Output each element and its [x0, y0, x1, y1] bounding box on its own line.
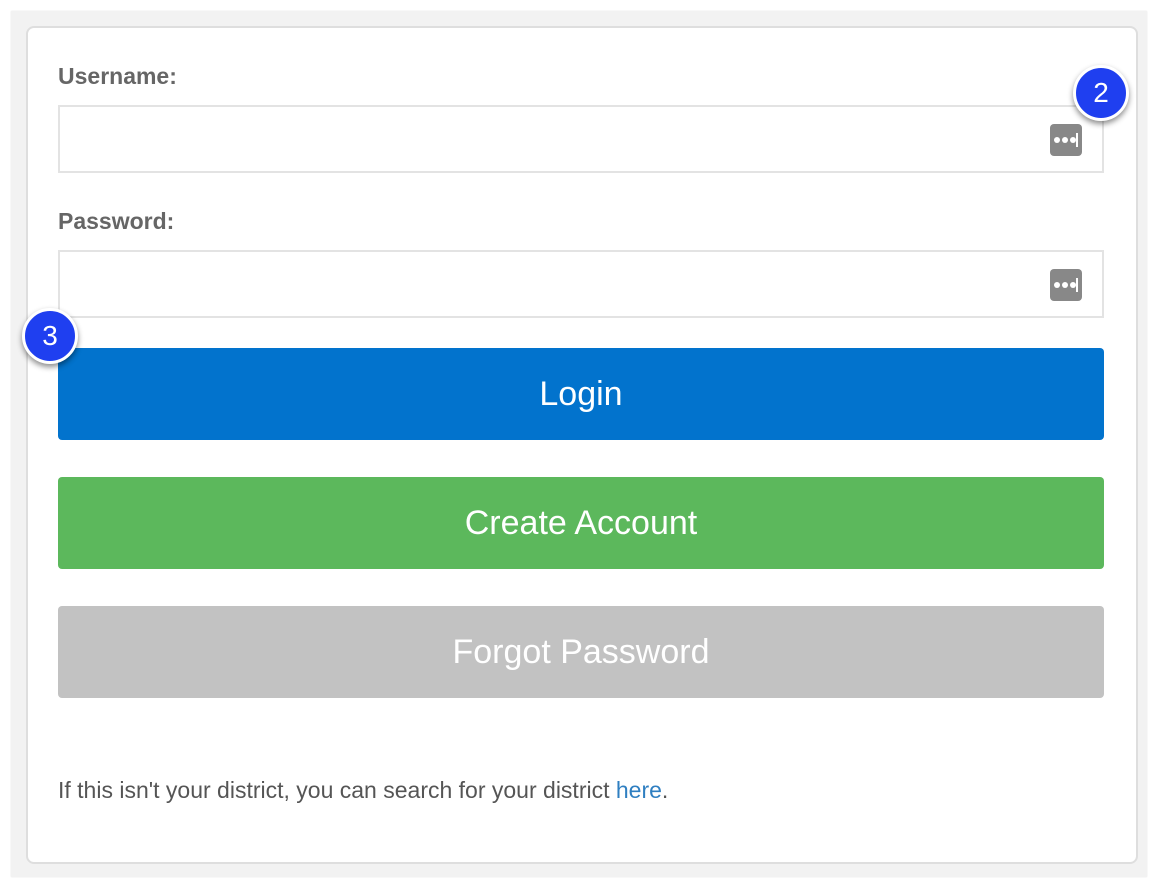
username-field[interactable] — [58, 105, 1104, 173]
forgot-password-button[interactable]: Forgot Password — [58, 606, 1104, 698]
login-button[interactable]: Login — [58, 348, 1104, 440]
district-search-link[interactable]: here — [616, 777, 662, 803]
district-note-suffix: . — [661, 777, 669, 803]
password-manager-key-icon[interactable] — [1050, 124, 1082, 156]
district-note-text: If this isn't your district, you can sea… — [58, 777, 616, 803]
step-badge-3: 3 — [22, 308, 78, 364]
create-account-button[interactable]: Create Account — [58, 477, 1104, 569]
password-label: Password: — [58, 208, 175, 234]
password-field[interactable] — [58, 250, 1104, 318]
step-badge-2: 2 — [1073, 65, 1129, 121]
password-manager-key-icon[interactable] — [1050, 269, 1082, 301]
district-search-note: If this isn't your district, you can sea… — [58, 777, 668, 804]
username-label: Username: — [58, 63, 177, 89]
